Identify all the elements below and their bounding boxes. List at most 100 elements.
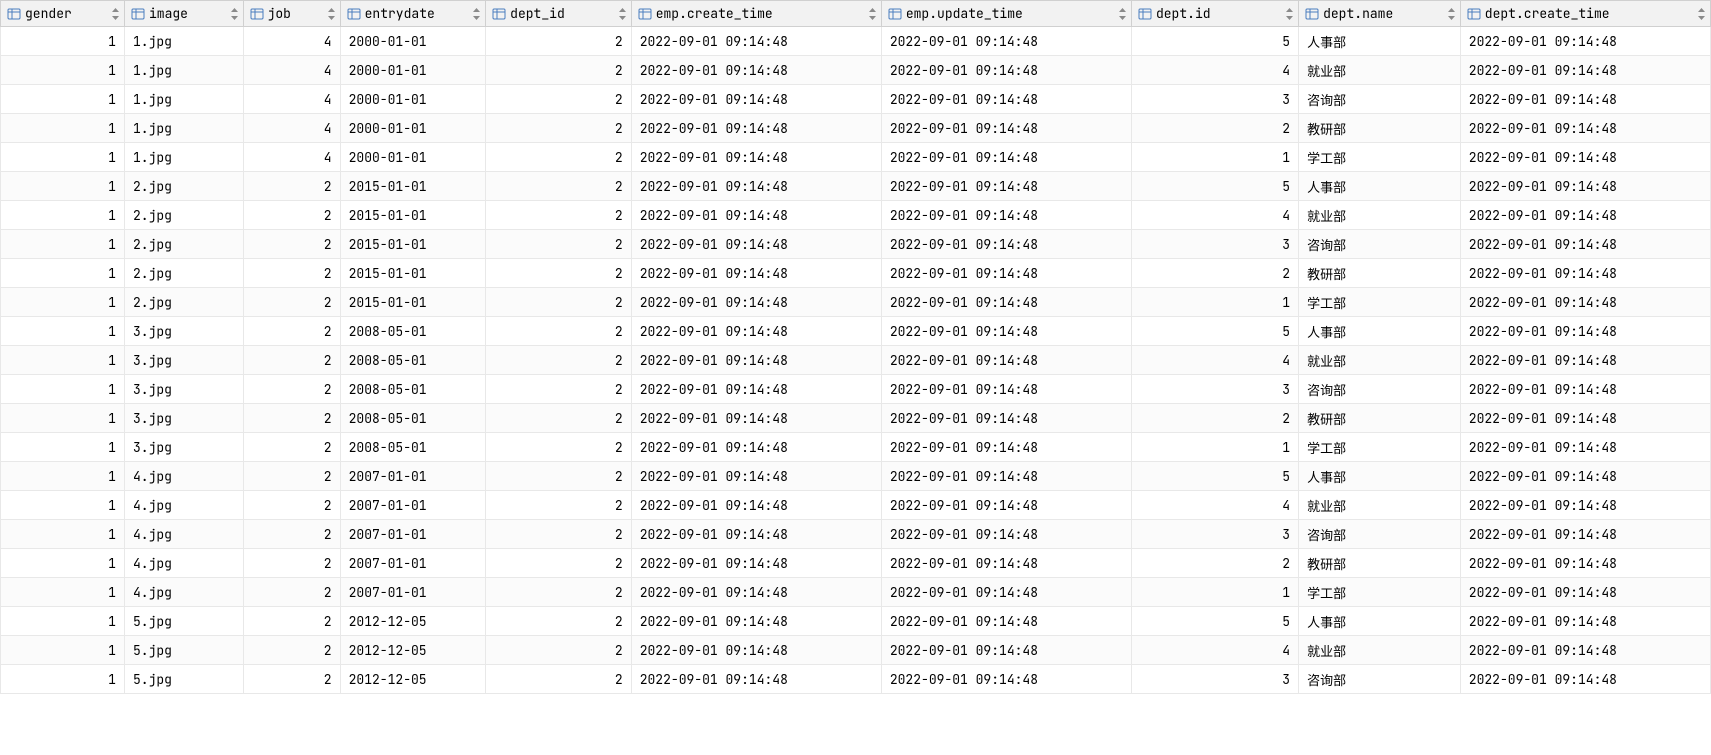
cell-gender[interactable]: 1	[1, 665, 125, 694]
cell-entrydate[interactable]: 2007-01-01	[340, 491, 486, 520]
cell-gender[interactable]: 1	[1, 578, 125, 607]
column-header-image[interactable]: image	[124, 1, 243, 27]
cell-entrydate[interactable]: 2007-01-01	[340, 578, 486, 607]
cell-gender[interactable]: 1	[1, 172, 125, 201]
cell-dept_id[interactable]: 2	[486, 375, 632, 404]
cell-dept_id2[interactable]: 2	[1131, 404, 1298, 433]
cell-emp_create_time[interactable]: 2022-09-01 09:14:48	[631, 578, 881, 607]
sort-icon[interactable]	[111, 8, 120, 20]
cell-dept_name[interactable]: 就业部	[1299, 491, 1461, 520]
cell-dept_id[interactable]: 2	[486, 114, 632, 143]
column-header-dept_create_time[interactable]: dept.create_time	[1460, 1, 1710, 27]
column-header-dept_name[interactable]: dept.name	[1299, 1, 1461, 27]
cell-dept_id[interactable]: 2	[486, 259, 632, 288]
cell-dept_create_time[interactable]: 2022-09-01 09:14:48	[1460, 172, 1710, 201]
cell-entrydate[interactable]: 2008-05-01	[340, 433, 486, 462]
cell-entrydate[interactable]: 2000-01-01	[340, 56, 486, 85]
cell-dept_name[interactable]: 人事部	[1299, 317, 1461, 346]
cell-dept_id2[interactable]: 4	[1131, 636, 1298, 665]
cell-emp_create_time[interactable]: 2022-09-01 09:14:48	[631, 143, 881, 172]
cell-entrydate[interactable]: 2012-12-05	[340, 607, 486, 636]
cell-dept_create_time[interactable]: 2022-09-01 09:14:48	[1460, 27, 1710, 56]
cell-image[interactable]: 5.jpg	[124, 636, 243, 665]
column-header-entrydate[interactable]: entrydate	[340, 1, 486, 27]
cell-entrydate[interactable]: 2015-01-01	[340, 172, 486, 201]
cell-dept_id[interactable]: 2	[486, 346, 632, 375]
table-row[interactable]: 13.jpg22008-05-0122022-09-01 09:14:48202…	[1, 317, 1711, 346]
cell-entrydate[interactable]: 2012-12-05	[340, 636, 486, 665]
cell-emp_update_time[interactable]: 2022-09-01 09:14:48	[881, 85, 1131, 114]
cell-entrydate[interactable]: 2015-01-01	[340, 288, 486, 317]
cell-dept_create_time[interactable]: 2022-09-01 09:14:48	[1460, 346, 1710, 375]
cell-emp_create_time[interactable]: 2022-09-01 09:14:48	[631, 230, 881, 259]
cell-dept_name[interactable]: 学工部	[1299, 143, 1461, 172]
sort-icon[interactable]	[1118, 8, 1127, 20]
cell-gender[interactable]: 1	[1, 114, 125, 143]
cell-image[interactable]: 2.jpg	[124, 288, 243, 317]
cell-dept_name[interactable]: 学工部	[1299, 433, 1461, 462]
table-row[interactable]: 12.jpg22015-01-0122022-09-01 09:14:48202…	[1, 259, 1711, 288]
cell-entrydate[interactable]: 2000-01-01	[340, 114, 486, 143]
cell-job[interactable]: 4	[243, 56, 340, 85]
cell-dept_id[interactable]: 2	[486, 404, 632, 433]
cell-entrydate[interactable]: 2015-01-01	[340, 230, 486, 259]
cell-dept_id[interactable]: 2	[486, 230, 632, 259]
cell-emp_update_time[interactable]: 2022-09-01 09:14:48	[881, 433, 1131, 462]
cell-entrydate[interactable]: 2008-05-01	[340, 346, 486, 375]
cell-job[interactable]: 2	[243, 462, 340, 491]
cell-emp_create_time[interactable]: 2022-09-01 09:14:48	[631, 288, 881, 317]
table-row[interactable]: 11.jpg42000-01-0122022-09-01 09:14:48202…	[1, 114, 1711, 143]
cell-gender[interactable]: 1	[1, 433, 125, 462]
cell-entrydate[interactable]: 2008-05-01	[340, 375, 486, 404]
cell-emp_create_time[interactable]: 2022-09-01 09:14:48	[631, 375, 881, 404]
cell-emp_update_time[interactable]: 2022-09-01 09:14:48	[881, 143, 1131, 172]
column-header-dept_id[interactable]: dept_id	[486, 1, 632, 27]
cell-entrydate[interactable]: 2000-01-01	[340, 143, 486, 172]
cell-dept_create_time[interactable]: 2022-09-01 09:14:48	[1460, 56, 1710, 85]
table-row[interactable]: 11.jpg42000-01-0122022-09-01 09:14:48202…	[1, 27, 1711, 56]
cell-image[interactable]: 4.jpg	[124, 578, 243, 607]
column-header-job[interactable]: job	[243, 1, 340, 27]
cell-dept_name[interactable]: 教研部	[1299, 549, 1461, 578]
table-row[interactable]: 14.jpg22007-01-0122022-09-01 09:14:48202…	[1, 462, 1711, 491]
table-row[interactable]: 14.jpg22007-01-0122022-09-01 09:14:48202…	[1, 520, 1711, 549]
cell-image[interactable]: 2.jpg	[124, 259, 243, 288]
sort-icon[interactable]	[868, 8, 877, 20]
cell-gender[interactable]: 1	[1, 375, 125, 404]
cell-dept_id2[interactable]: 2	[1131, 259, 1298, 288]
cell-dept_id[interactable]: 2	[486, 201, 632, 230]
cell-dept_create_time[interactable]: 2022-09-01 09:14:48	[1460, 578, 1710, 607]
cell-gender[interactable]: 1	[1, 636, 125, 665]
cell-emp_update_time[interactable]: 2022-09-01 09:14:48	[881, 607, 1131, 636]
cell-dept_name[interactable]: 咨询部	[1299, 665, 1461, 694]
cell-dept_id[interactable]: 2	[486, 317, 632, 346]
cell-job[interactable]: 4	[243, 27, 340, 56]
cell-dept_create_time[interactable]: 2022-09-01 09:14:48	[1460, 549, 1710, 578]
cell-dept_create_time[interactable]: 2022-09-01 09:14:48	[1460, 491, 1710, 520]
cell-dept_name[interactable]: 人事部	[1299, 172, 1461, 201]
column-header-emp_create_time[interactable]: emp.create_time	[631, 1, 881, 27]
cell-emp_create_time[interactable]: 2022-09-01 09:14:48	[631, 114, 881, 143]
cell-job[interactable]: 2	[243, 549, 340, 578]
sort-icon[interactable]	[1285, 8, 1294, 20]
cell-dept_create_time[interactable]: 2022-09-01 09:14:48	[1460, 201, 1710, 230]
cell-emp_update_time[interactable]: 2022-09-01 09:14:48	[881, 56, 1131, 85]
cell-emp_create_time[interactable]: 2022-09-01 09:14:48	[631, 491, 881, 520]
cell-image[interactable]: 2.jpg	[124, 172, 243, 201]
table-row[interactable]: 12.jpg22015-01-0122022-09-01 09:14:48202…	[1, 288, 1711, 317]
cell-dept_id2[interactable]: 5	[1131, 462, 1298, 491]
cell-gender[interactable]: 1	[1, 462, 125, 491]
cell-job[interactable]: 2	[243, 520, 340, 549]
table-row[interactable]: 12.jpg22015-01-0122022-09-01 09:14:48202…	[1, 201, 1711, 230]
cell-emp_update_time[interactable]: 2022-09-01 09:14:48	[881, 172, 1131, 201]
cell-gender[interactable]: 1	[1, 85, 125, 114]
cell-dept_id2[interactable]: 1	[1131, 433, 1298, 462]
cell-dept_name[interactable]: 人事部	[1299, 462, 1461, 491]
cell-entrydate[interactable]: 2007-01-01	[340, 549, 486, 578]
cell-entrydate[interactable]: 2015-01-01	[340, 259, 486, 288]
cell-emp_update_time[interactable]: 2022-09-01 09:14:48	[881, 404, 1131, 433]
cell-emp_update_time[interactable]: 2022-09-01 09:14:48	[881, 288, 1131, 317]
cell-emp_update_time[interactable]: 2022-09-01 09:14:48	[881, 375, 1131, 404]
cell-dept_name[interactable]: 人事部	[1299, 27, 1461, 56]
cell-gender[interactable]: 1	[1, 143, 125, 172]
